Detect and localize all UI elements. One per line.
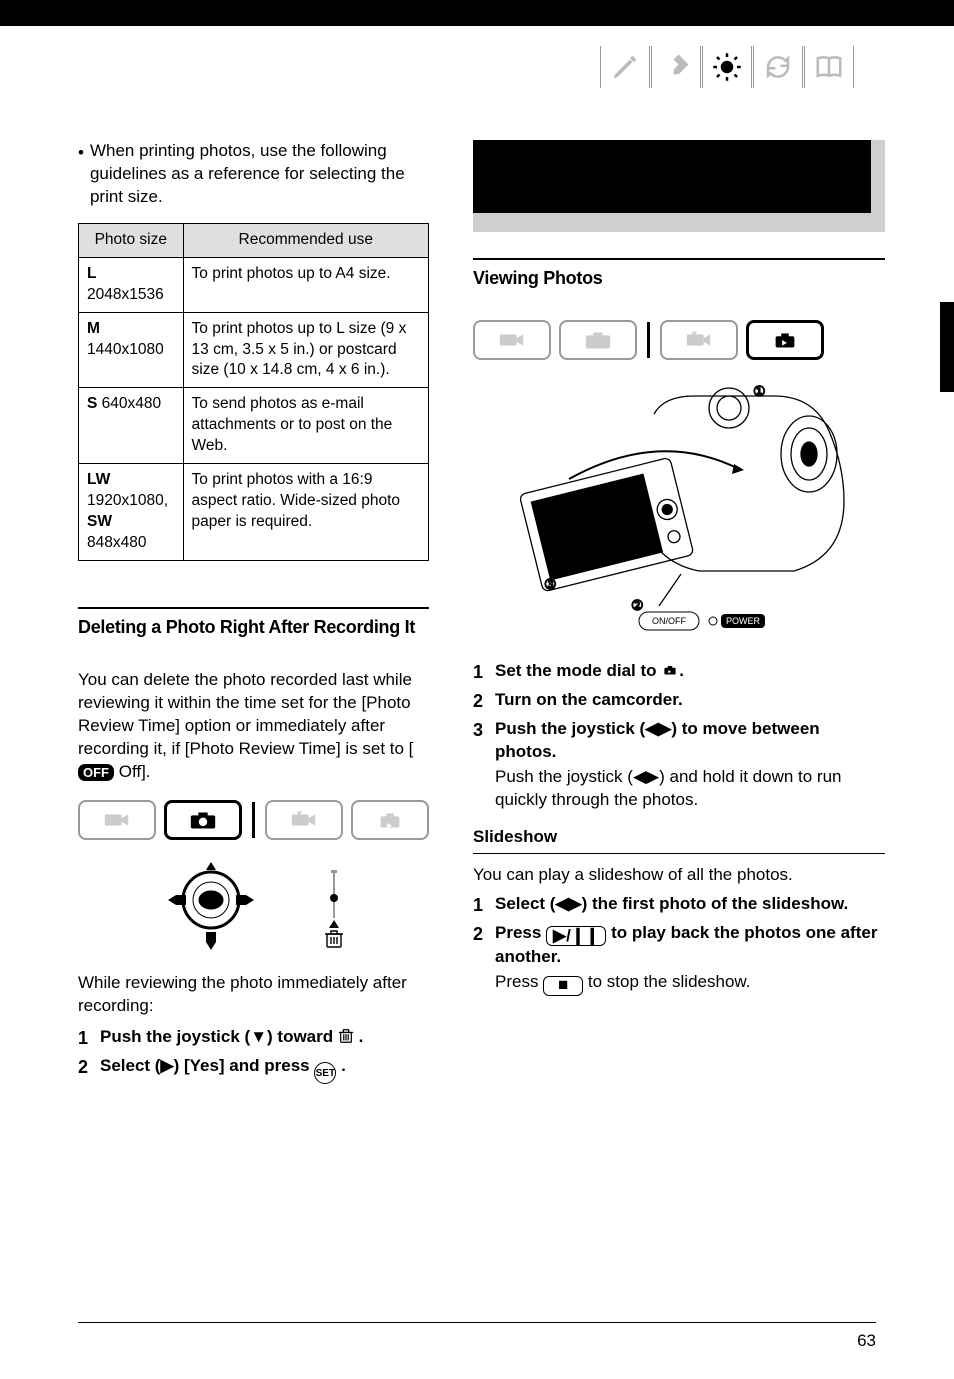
left-step1-tail: .: [354, 1027, 363, 1046]
left-step-1: Push the joystick (▼) toward .: [78, 1026, 429, 1049]
mode-video-play-icon: [265, 800, 343, 840]
table-row: LW 1920x1080, SW 848x480To print photos …: [79, 464, 429, 561]
mode-photo-rec-icon: [559, 320, 637, 360]
section-banner: Basic Playback: [473, 140, 885, 232]
r-step1-post: .: [679, 661, 684, 680]
left-step-2: Select (▶) [Yes] and press SET .: [78, 1055, 429, 1085]
mode-separator: [252, 802, 255, 838]
left-steps: Push the joystick (▼) toward . Select (▶…: [78, 1026, 429, 1085]
photo-play-icon: [661, 663, 679, 677]
svg-text:③: ③: [544, 576, 557, 592]
svg-text:②: ②: [631, 597, 644, 613]
right-main-steps: Set the mode dial to . Turn on the camco…: [473, 660, 885, 812]
photo-size-table: Photo size Recommended use L 2048x1536To…: [78, 223, 429, 561]
right-step-3: Push the joystick (◀▶) to move between p…: [473, 718, 885, 812]
left-step2-post: ) [Yes] and press: [174, 1056, 315, 1075]
stop-button-icon: ■: [543, 976, 583, 996]
delete-photo-heading: Deleting a Photo Right After Recording I…: [78, 607, 429, 639]
cycle-icon: [753, 46, 803, 88]
header-mode-icons: [600, 46, 854, 88]
side-tab: [940, 302, 954, 392]
left-column: • When printing photos, use the followin…: [78, 140, 429, 1319]
left-right-arrow-icon: ◀▶: [645, 719, 671, 738]
svg-text:SET: SET: [203, 897, 219, 906]
table-row: S 640x480To send photos as e-mail attach…: [79, 388, 429, 464]
s2-sub-pre: Press: [495, 972, 543, 991]
print-guideline-bullet: • When printing photos, use the followin…: [78, 140, 429, 209]
delete-intro-post: Off].: [114, 762, 151, 781]
left-step2-pre: Select (: [100, 1056, 160, 1075]
left-step2-tail: .: [336, 1056, 345, 1075]
slideshow-intro: You can play a slideshow of all the phot…: [473, 864, 885, 887]
viewing-photos-heading: Viewing Photos: [473, 258, 885, 290]
r-step1-pre: Set the mode dial to: [495, 661, 661, 680]
slideshow-steps: Select (◀▶) the first photo of the slide…: [473, 893, 885, 996]
joystick-trash-illustration: SET: [78, 858, 429, 958]
mode-video-rec-icon: [78, 800, 156, 840]
trash-slider-icon: [316, 868, 352, 948]
r-step2-head: Turn on the camcorder.: [495, 690, 683, 709]
camcorder-illustration: ① ③ ②: [473, 374, 885, 644]
s1-pre: Select (: [495, 894, 555, 913]
page-number: 63: [857, 1331, 876, 1351]
mode-photo-play-icon: [351, 800, 429, 840]
left-step1-post: ) toward: [267, 1027, 338, 1046]
right-step-1: Set the mode dial to .: [473, 660, 885, 683]
r-step3-pre: Push the joystick (: [495, 719, 645, 738]
joystick-icon: SET: [156, 858, 266, 958]
play-pause-button-icon: ▶/❙❙: [546, 926, 606, 946]
slide-step-2: Press ▶/❙❙ to play back the photos one a…: [473, 922, 885, 996]
mode-video-play-icon: [660, 320, 738, 360]
paint-brush-icon: [651, 46, 701, 88]
print-guideline-text: When printing photos, use the following …: [90, 140, 429, 209]
left-step1-pre: Push the joystick (: [100, 1027, 250, 1046]
svg-text:①: ①: [753, 383, 766, 399]
s2-sub-post: to stop the slideshow.: [583, 972, 750, 991]
onoff-label: ON/OFF: [652, 616, 686, 626]
set-button-icon: SET: [314, 1062, 336, 1084]
left-right-arrow-icon: ◀▶: [555, 894, 581, 913]
right-arrow-icon: ▶: [160, 1056, 173, 1075]
mode-photo-rec-icon: [164, 800, 242, 840]
slideshow-heading: Slideshow: [473, 826, 885, 854]
table-row: M 1440x1080To print photos up to L size …: [79, 312, 429, 388]
paint-edit-icon: [600, 46, 650, 88]
slide-step-1: Select (◀▶) the first photo of the slide…: [473, 893, 885, 916]
th-photo-size: Photo size: [79, 223, 184, 257]
r-step3-sub-pre: Push the joystick (: [495, 767, 633, 786]
trash-icon: [338, 1028, 354, 1044]
delete-intro: You can delete the photo recorded last w…: [78, 669, 429, 784]
mode-separator: [647, 322, 650, 358]
power-label: POWER: [726, 616, 761, 626]
mode-video-rec-icon: [473, 320, 551, 360]
s1-post: ) the first photo of the slideshow.: [582, 894, 849, 913]
book-icon: [804, 46, 854, 88]
section-title: Basic Playback: [487, 146, 591, 205]
sun-icon: [702, 46, 752, 88]
mode-row-left: [78, 800, 429, 840]
mode-row-right: [473, 320, 885, 360]
footer-rule: [78, 1322, 876, 1323]
delete-intro-pre: You can delete the photo recorded last w…: [78, 670, 418, 758]
mode-photo-play-icon: [746, 320, 824, 360]
off-pill: OFF: [78, 764, 114, 781]
down-arrow-icon: ▼: [250, 1027, 267, 1046]
after-review-text: While reviewing the photo immediately af…: [78, 972, 429, 1018]
left-right-arrow-icon: ◀▶: [633, 767, 659, 786]
s2-pre: Press: [495, 923, 546, 942]
right-step-2: Turn on the camcorder.: [473, 689, 885, 712]
top-black-bar: [0, 0, 954, 26]
th-recommended: Recommended use: [183, 223, 428, 257]
table-row: L 2048x1536To print photos up to A4 size…: [79, 257, 429, 312]
right-column: Basic Playback Viewing Photos: [473, 140, 885, 1319]
